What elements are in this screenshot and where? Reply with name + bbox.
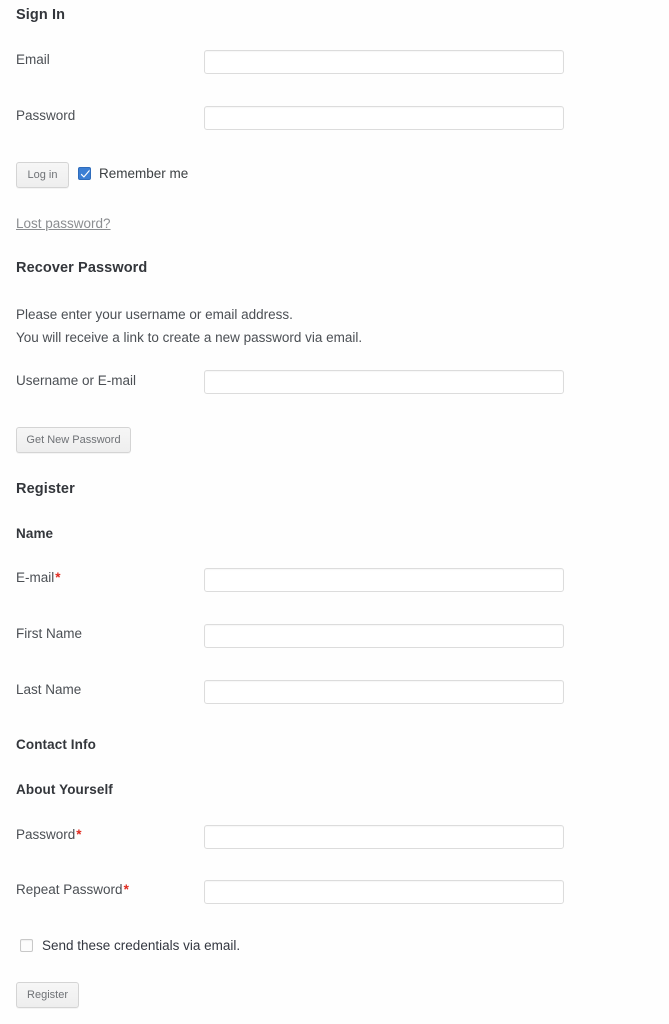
send-credentials-row[interactable]: Send these credentials via email. [20,938,240,953]
register-password-label-text: Password [16,827,76,842]
contact-info-heading: Contact Info [16,737,96,752]
name-section-heading: Name [16,526,54,541]
register-email-input[interactable] [204,568,564,592]
register-email-required-asterisk: * [55,570,61,585]
send-credentials-label: Send these credentials via email. [42,938,241,953]
register-last-name-label: Last Name [16,682,82,697]
about-yourself-heading: About Yourself [16,782,113,797]
remember-me-checkbox[interactable] [78,167,91,180]
sign-in-password-label: Password [16,108,76,123]
checkmark-icon [80,169,90,178]
register-repeat-password-input[interactable] [204,880,564,904]
sign-in-email-input[interactable] [204,50,564,74]
registration-login-page: Sign In Email Password Log in Remember m… [0,0,669,1024]
recover-password-heading: Recover Password [16,260,148,276]
recover-username-input[interactable] [204,370,564,394]
sign-in-email-label: Email [16,52,50,67]
register-heading: Register [16,481,75,497]
register-repeat-password-label-text: Repeat Password [16,882,123,897]
register-password-input[interactable] [204,825,564,849]
remember-me-label: Remember me [99,166,189,181]
register-repeat-password-required-asterisk: * [123,882,129,897]
log-in-button[interactable]: Log in [16,162,69,188]
register-submit-button[interactable]: Register [16,982,79,1008]
recover-username-label: Username or E-mail [16,373,137,388]
lost-password-link[interactable]: Lost password? [16,216,111,231]
register-first-name-input[interactable] [204,624,564,648]
register-password-required-asterisk: * [76,827,82,842]
sign-in-heading: Sign In [16,7,66,23]
get-new-password-button[interactable]: Get New Password [16,427,131,453]
register-password-label: Password* [16,827,82,842]
remember-me-row[interactable]: Remember me [78,166,188,181]
register-last-name-input[interactable] [204,680,564,704]
sign-in-password-input[interactable] [204,106,564,130]
send-credentials-checkbox[interactable] [20,939,33,952]
register-email-label-text: E-mail [16,570,55,585]
recover-instructions-line1: Please enter your username or email addr… [16,307,293,322]
register-email-label: E-mail* [16,570,61,585]
recover-instructions-line2: You will receive a link to create a new … [16,330,363,345]
register-repeat-password-label: Repeat Password* [16,882,129,897]
register-first-name-label: First Name [16,626,83,641]
